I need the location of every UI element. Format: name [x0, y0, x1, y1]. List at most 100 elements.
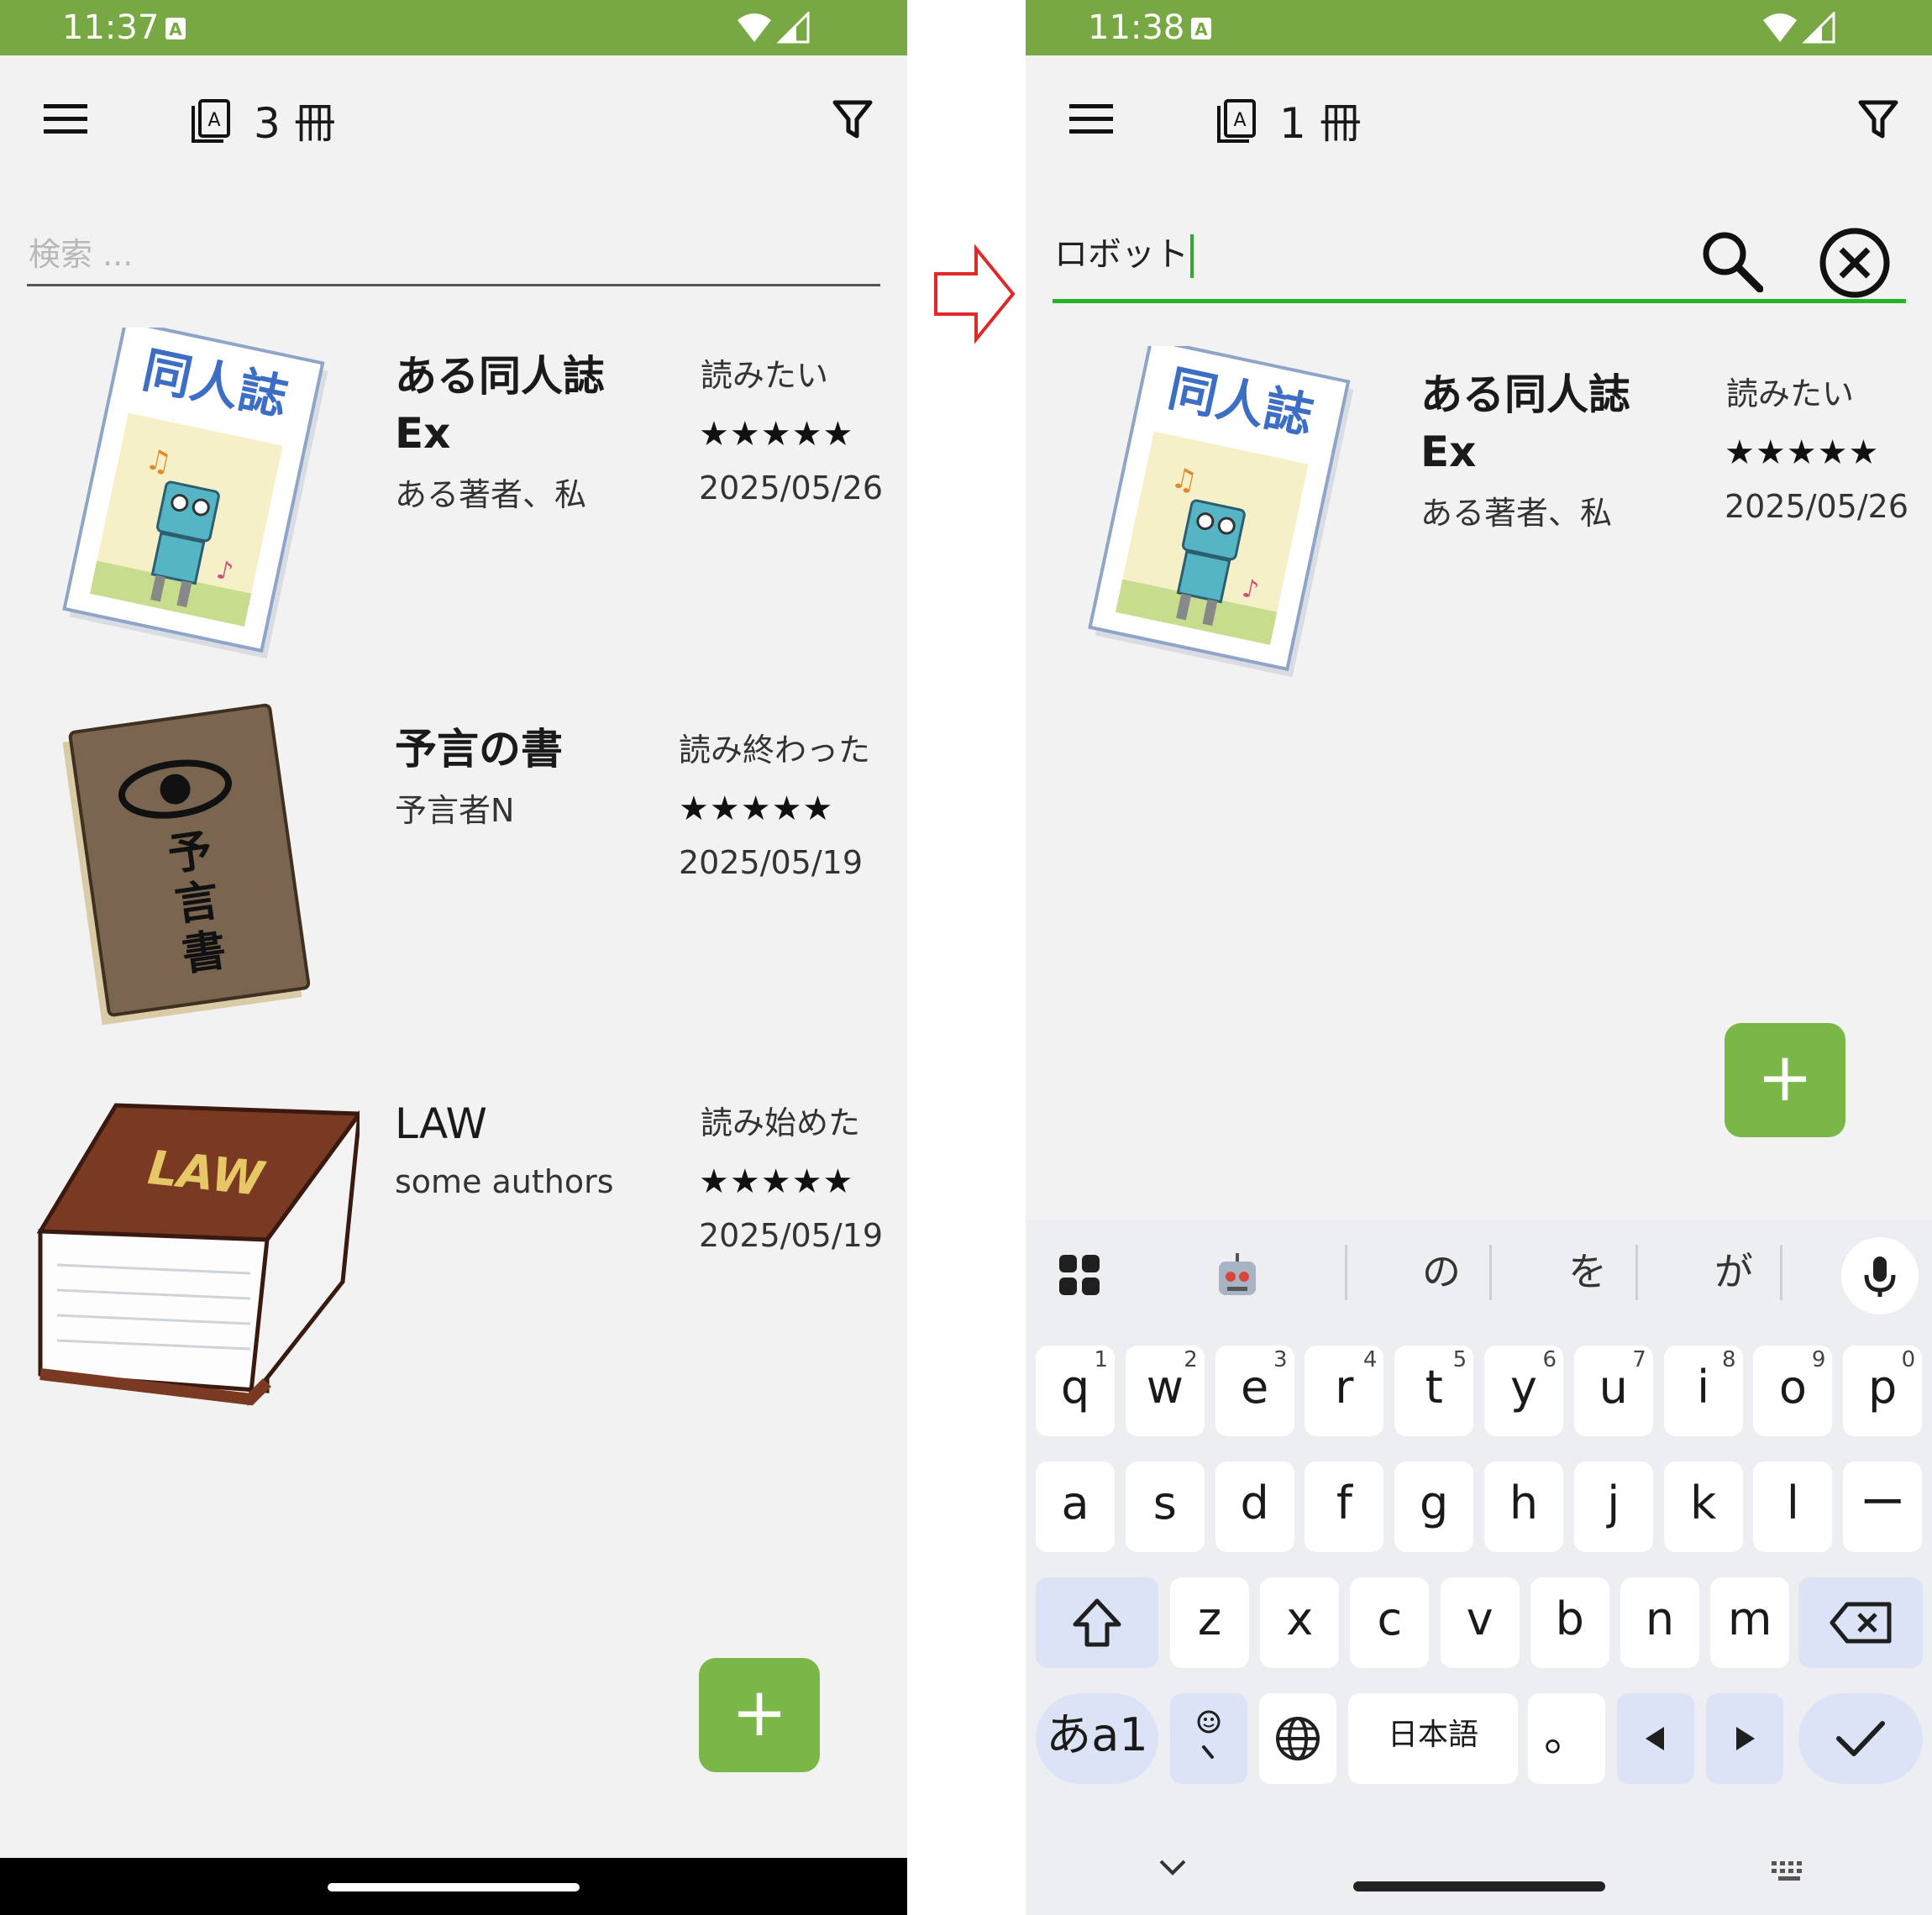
- candidate-word[interactable]: を: [1550, 1238, 1625, 1305]
- add-book-button[interactable]: +: [699, 1658, 820, 1772]
- clear-search-icon[interactable]: [1819, 227, 1891, 299]
- book-title-line2: Ex: [1420, 428, 1477, 476]
- shift-key[interactable]: [1036, 1577, 1158, 1668]
- book-date: 2025/05/19: [699, 1217, 884, 1254]
- book-rating: ★★★★★: [1725, 433, 1880, 472]
- key-number-hint: 8: [1722, 1347, 1736, 1372]
- candidate-word[interactable]: が: [1696, 1238, 1772, 1305]
- key-k[interactable]: k: [1663, 1461, 1743, 1552]
- key-u[interactable]: u7: [1573, 1346, 1653, 1436]
- checkmark-icon: [1836, 1721, 1885, 1756]
- law-book-cover-image: LAW: [36, 1103, 360, 1407]
- key-c[interactable]: c: [1350, 1577, 1430, 1668]
- filter-icon[interactable]: [1857, 99, 1899, 141]
- emoji-punctuation-key[interactable]: [1170, 1693, 1247, 1784]
- filter-icon[interactable]: [832, 99, 874, 141]
- key-f[interactable]: f: [1305, 1461, 1384, 1552]
- screen-after: 11:38 A A 1 冊 ロボット 同人誌 ♫ ♪ ある同人誌 Ex ある著者…: [1026, 0, 1932, 1915]
- book-title: LAW: [395, 1099, 487, 1148]
- screen-before: 11:37 A A 3 冊 検索 ... 同人誌 ♫ ♪ ある同人誌 Ex ある…: [0, 0, 907, 1915]
- search-underline: [27, 284, 880, 286]
- book-title: ある同人誌: [395, 352, 605, 401]
- key-j[interactable]: j: [1573, 1461, 1653, 1552]
- book-date: 2025/05/26: [1725, 488, 1909, 525]
- key-q[interactable]: q1: [1036, 1346, 1115, 1436]
- book-stack-icon: A: [192, 99, 230, 143]
- key-b[interactable]: b: [1530, 1577, 1609, 1668]
- search-input[interactable]: 検索 ...: [29, 233, 133, 275]
- hide-keyboard-icon[interactable]: [1158, 1858, 1187, 1876]
- globe-key[interactable]: [1259, 1693, 1336, 1784]
- candidate-separator: [1635, 1245, 1638, 1300]
- search-icon[interactable]: [1699, 228, 1763, 292]
- keyboard-switch-icon[interactable]: [1770, 1858, 1809, 1883]
- key-d[interactable]: d: [1215, 1461, 1294, 1552]
- space-key[interactable]: 日本語: [1348, 1693, 1518, 1784]
- key-o[interactable]: o9: [1753, 1346, 1833, 1436]
- left-arrow-icon: [1646, 1727, 1664, 1750]
- home-gesture-handle[interactable]: [1353, 1881, 1605, 1891]
- doujinshi-cover-image: 同人誌 ♫ ♪: [62, 328, 328, 659]
- key-x[interactable]: x: [1260, 1577, 1340, 1668]
- right-arrow-icon: [1736, 1727, 1755, 1750]
- key-y[interactable]: y6: [1484, 1346, 1563, 1436]
- key-i[interactable]: i8: [1663, 1346, 1743, 1436]
- key-z[interactable]: z: [1170, 1577, 1249, 1668]
- navigation-bar: [0, 1858, 907, 1915]
- search-input[interactable]: ロボット: [1054, 231, 1194, 278]
- key-letter: q: [1060, 1361, 1090, 1414]
- key-a[interactable]: a: [1036, 1461, 1115, 1552]
- key-m[interactable]: m: [1710, 1577, 1790, 1668]
- key-v[interactable]: v: [1440, 1577, 1520, 1668]
- candidate-word[interactable]: の: [1404, 1238, 1479, 1305]
- key-letter: y: [1510, 1361, 1537, 1414]
- search-underline-focused: [1053, 299, 1906, 303]
- key-n[interactable]: n: [1620, 1577, 1699, 1668]
- svg-text:言: 言: [172, 875, 223, 931]
- add-book-button[interactable]: +: [1725, 1023, 1845, 1137]
- key-long-vowel[interactable]: ー: [1843, 1461, 1923, 1552]
- backspace-key[interactable]: [1798, 1577, 1923, 1668]
- prophecy-book-cover-image: 予 言 書: [62, 703, 311, 1026]
- book-read-status: 読みたい: [701, 357, 829, 394]
- key-p[interactable]: p0: [1843, 1346, 1923, 1436]
- book-read-status: 読み始めた: [701, 1104, 861, 1141]
- robot-emoji-icon[interactable]: [1212, 1251, 1263, 1300]
- candidate-separator: [1780, 1245, 1782, 1300]
- transition-arrow-icon: [934, 244, 1016, 344]
- signal-icon: [1802, 12, 1835, 44]
- book-title: ある同人誌: [1420, 370, 1630, 419]
- svg-text:A: A: [1233, 110, 1246, 131]
- text-cursor: [1190, 234, 1194, 278]
- key-letter: t: [1425, 1361, 1443, 1414]
- book-read-status: 読みたい: [1726, 375, 1855, 412]
- app-grid-icon[interactable]: [1058, 1253, 1101, 1297]
- key-h[interactable]: h: [1484, 1461, 1563, 1552]
- key-w[interactable]: w2: [1125, 1346, 1205, 1436]
- key-number-hint: 4: [1362, 1347, 1378, 1372]
- key-number-hint: 1: [1094, 1347, 1108, 1372]
- menu-icon[interactable]: [42, 101, 89, 138]
- book-rating: ★★★★★: [699, 1162, 854, 1201]
- book-read-status: 読み終わった: [679, 732, 871, 769]
- cursor-right-key[interactable]: [1706, 1693, 1783, 1784]
- doujinshi-cover-image: 同人誌 ♫ ♪: [1088, 346, 1354, 678]
- key-r[interactable]: r4: [1305, 1346, 1384, 1436]
- key-g[interactable]: g: [1394, 1461, 1474, 1552]
- book-count: 1 冊: [1279, 99, 1362, 148]
- home-gesture-handle[interactable]: [328, 1883, 580, 1891]
- cursor-left-key[interactable]: [1617, 1693, 1694, 1784]
- key-t[interactable]: t5: [1394, 1346, 1474, 1436]
- book-author: 予言者N: [395, 792, 515, 829]
- microphone-icon[interactable]: [1840, 1236, 1919, 1315]
- enter-key[interactable]: [1798, 1693, 1923, 1784]
- key-l[interactable]: l: [1753, 1461, 1833, 1552]
- status-time: 11:37: [62, 8, 160, 47]
- language-switch-key[interactable]: あa1: [1036, 1693, 1158, 1784]
- key-letter: i: [1697, 1361, 1710, 1414]
- period-key[interactable]: 。: [1528, 1693, 1605, 1784]
- menu-icon[interactable]: [1068, 101, 1115, 138]
- key-s[interactable]: s: [1125, 1461, 1205, 1552]
- key-e[interactable]: e3: [1215, 1346, 1294, 1436]
- book-count: 3 冊: [254, 99, 336, 148]
